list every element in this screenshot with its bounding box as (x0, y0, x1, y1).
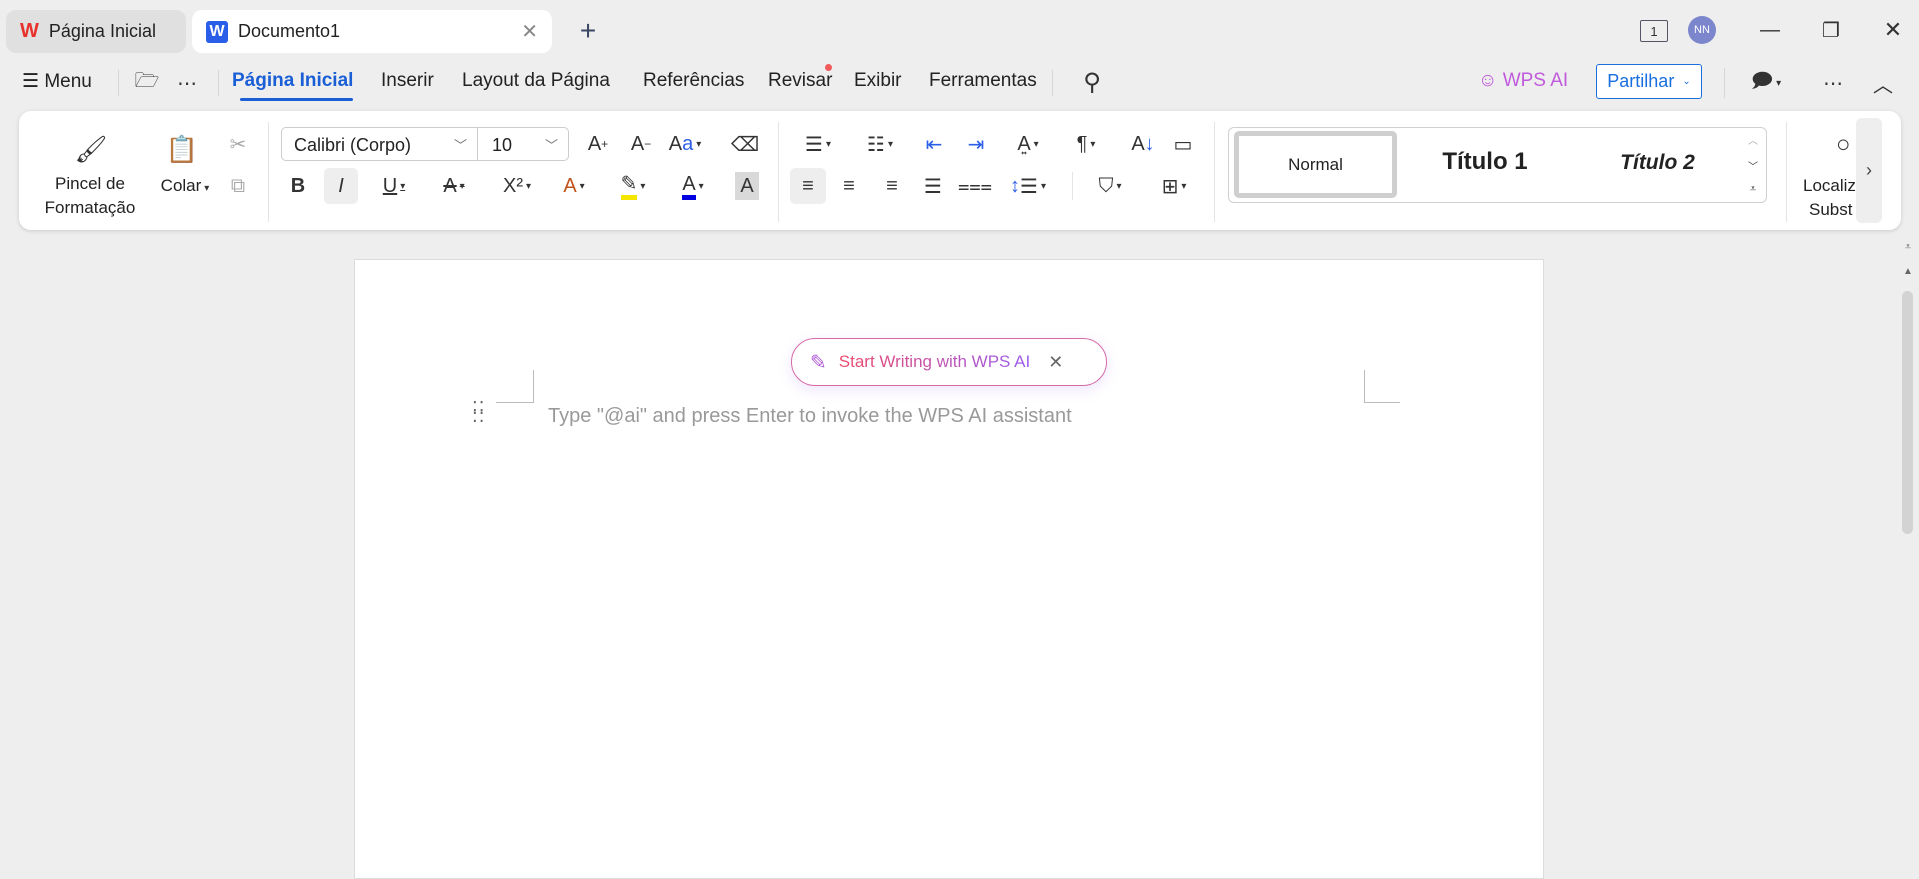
drag-handle-icon[interactable]: ⁚⁚ ⁚⁚ (472, 399, 486, 428)
open-folder-icon[interactable]: 🗁 (135, 70, 160, 96)
share-label: Partilhar (1607, 71, 1675, 91)
text-effect-button[interactable]: A ▾ (552, 169, 596, 203)
wps-ai-icon: ☺ (1478, 70, 1503, 91)
format-painter-label2: Formatação (44, 198, 136, 217)
change-case-icon[interactable]: Aa ▾ (664, 127, 706, 161)
tab-pagina-inicial[interactable]: Página Inicial (232, 70, 353, 92)
tab-document[interactable]: W Documento1 ✕ (192, 10, 552, 53)
minimize-icon[interactable]: — (1758, 18, 1782, 42)
increase-indent-icon[interactable]: ⇥ (961, 127, 991, 161)
tab-revisar[interactable]: Revisar (768, 70, 832, 92)
char-shading-button[interactable]: A (735, 172, 759, 200)
margin-corner-left (496, 370, 534, 403)
notification-dot (825, 64, 832, 71)
restore-icon[interactable]: ❐ (1819, 18, 1843, 42)
chevron-down-icon: ⌄ (1682, 76, 1691, 87)
highlight-button[interactable]: ✎ ▾ (610, 169, 656, 203)
margin-corner-right (1364, 370, 1400, 403)
styles-scroll-up-icon[interactable]: ︿ (1745, 132, 1761, 147)
find-replace-button[interactable]: Localiz Subst (1803, 174, 1856, 222)
find-icon[interactable]: ○ (1836, 131, 1856, 158)
tab-label: Documento1 (238, 21, 341, 41)
format-painter-label: Pincel de (55, 174, 125, 193)
tab-referencias[interactable]: Referências (643, 70, 744, 92)
more-options-icon[interactable]: ⋯ (1820, 70, 1846, 96)
wps-ai-pill[interactable]: ✎ Start Writing with WPS AI ✕ (791, 338, 1107, 386)
bullets-button[interactable]: ☰ ▾ (796, 127, 840, 161)
style-normal[interactable]: Normal (1234, 131, 1397, 198)
distribute-button[interactable]: ⩶ (958, 169, 992, 203)
scrollbar-thumb[interactable] (1902, 291, 1913, 534)
search-icon[interactable]: ⚲ (1078, 68, 1106, 96)
wps-ai-button[interactable]: ☺ WPS AI (1478, 70, 1568, 92)
font-size-select[interactable]: 10 ﹀ (477, 127, 569, 161)
tab-exibir[interactable]: Exibir (854, 70, 902, 92)
styles-expand-icon[interactable]: ⩡ (1745, 182, 1761, 196)
font-name-select[interactable]: Calibri (Corpo) ﹀ (281, 127, 478, 161)
tab-inserir[interactable]: Inserir (381, 70, 434, 92)
styles-scroll-down-icon[interactable]: ﹀ (1745, 158, 1761, 173)
clear-format-icon[interactable]: ⌫ (730, 127, 760, 161)
active-tab-underline (240, 98, 353, 101)
wps-ai-label: WPS AI (1502, 70, 1569, 91)
close-window-icon[interactable]: ✕ (1881, 17, 1905, 42)
tab-label: Página Inicial (48, 21, 156, 41)
paragraph-shading-button[interactable]: ⛉ ▾ (1088, 169, 1132, 203)
format-painter-button[interactable]: 🖌 (74, 132, 108, 166)
paste-icon[interactable]: 📋 (165, 132, 199, 166)
pen-icon: ✎ (810, 351, 827, 374)
hamburger-icon: ☰ (22, 71, 45, 92)
text-direction-button[interactable]: A͍ ▾ (1006, 127, 1050, 161)
align-center-button[interactable]: ≡ (834, 169, 864, 203)
collapse-ribbon-icon[interactable]: ︿ (1870, 70, 1896, 97)
new-tab-plus-icon[interactable]: + (574, 15, 602, 46)
bold-button[interactable]: B (283, 169, 313, 203)
decrease-indent-icon[interactable]: ⇤ (919, 127, 949, 161)
cut-icon[interactable]: ✂ (224, 127, 252, 161)
shrink-font-icon[interactable]: A − (626, 127, 656, 161)
strikethrough-button[interactable]: A ▾ (432, 169, 476, 203)
ruler-toggle-icon[interactable]: ⩡ (1901, 240, 1915, 254)
share-button[interactable]: Partilhar ⌄ (1596, 64, 1702, 99)
numbering-button[interactable]: ☷ ▾ (858, 127, 902, 161)
tab-layout[interactable]: Layout da Página (462, 70, 610, 92)
avatar[interactable]: NN (1688, 16, 1716, 44)
line-spacing-button[interactable]: ↕ ☰ ▾ (1006, 169, 1050, 203)
superscript-button[interactable]: X² ▾ (494, 169, 540, 203)
style-titulo-2[interactable]: Título 2 (1590, 151, 1725, 175)
ai-pill-label: Start Writing with WPS AI (838, 352, 1031, 371)
comment-icon[interactable]: 🗩 ▾ (1750, 70, 1782, 96)
close-tab-icon[interactable]: ✕ (521, 19, 538, 44)
close-pill-icon[interactable]: ✕ (1048, 352, 1063, 373)
show-marks-button[interactable]: ¶ ▾ (1066, 127, 1106, 161)
grow-font-icon[interactable]: A + (583, 127, 613, 161)
align-left-button[interactable]: ≡ (790, 168, 826, 204)
wps-logo-icon: W (20, 20, 39, 42)
writer-doc-icon: W (206, 20, 228, 43)
page-count-icon[interactable]: 1 (1640, 20, 1668, 42)
table-ruler-icon[interactable]: ▭ (1168, 127, 1198, 161)
scroll-up-arrow-icon[interactable]: ▲ (1901, 264, 1915, 278)
tab-ferramentas[interactable]: Ferramentas (929, 70, 1037, 92)
borders-button[interactable]: ⊞ ▾ (1152, 169, 1196, 203)
sort-icon[interactable]: A ↓ (1128, 127, 1158, 161)
ribbon-scroll-right-button[interactable]: › (1856, 118, 1882, 223)
style-titulo-1[interactable]: Título 1 (1415, 148, 1555, 176)
more-icon[interactable]: ⋯ (175, 70, 199, 96)
copy-icon[interactable]: ⧉ (224, 169, 252, 203)
underline-button[interactable]: U ▾ (372, 169, 416, 203)
menu-button[interactable]: ☰ Menu (22, 70, 92, 93)
ai-placeholder-text[interactable]: Type "@ai" and press Enter to invoke the… (548, 405, 1072, 428)
paste-button[interactable]: Colar ▾ (150, 176, 220, 196)
italic-button[interactable]: I (324, 168, 358, 204)
menu-label: Menu (44, 71, 92, 92)
tab-home[interactable]: W Página Inicial (6, 10, 186, 53)
align-right-button[interactable]: ≡ (877, 169, 907, 203)
font-color-button[interactable]: A ▾ (670, 169, 716, 203)
justify-button[interactable]: ☰ (918, 169, 948, 203)
